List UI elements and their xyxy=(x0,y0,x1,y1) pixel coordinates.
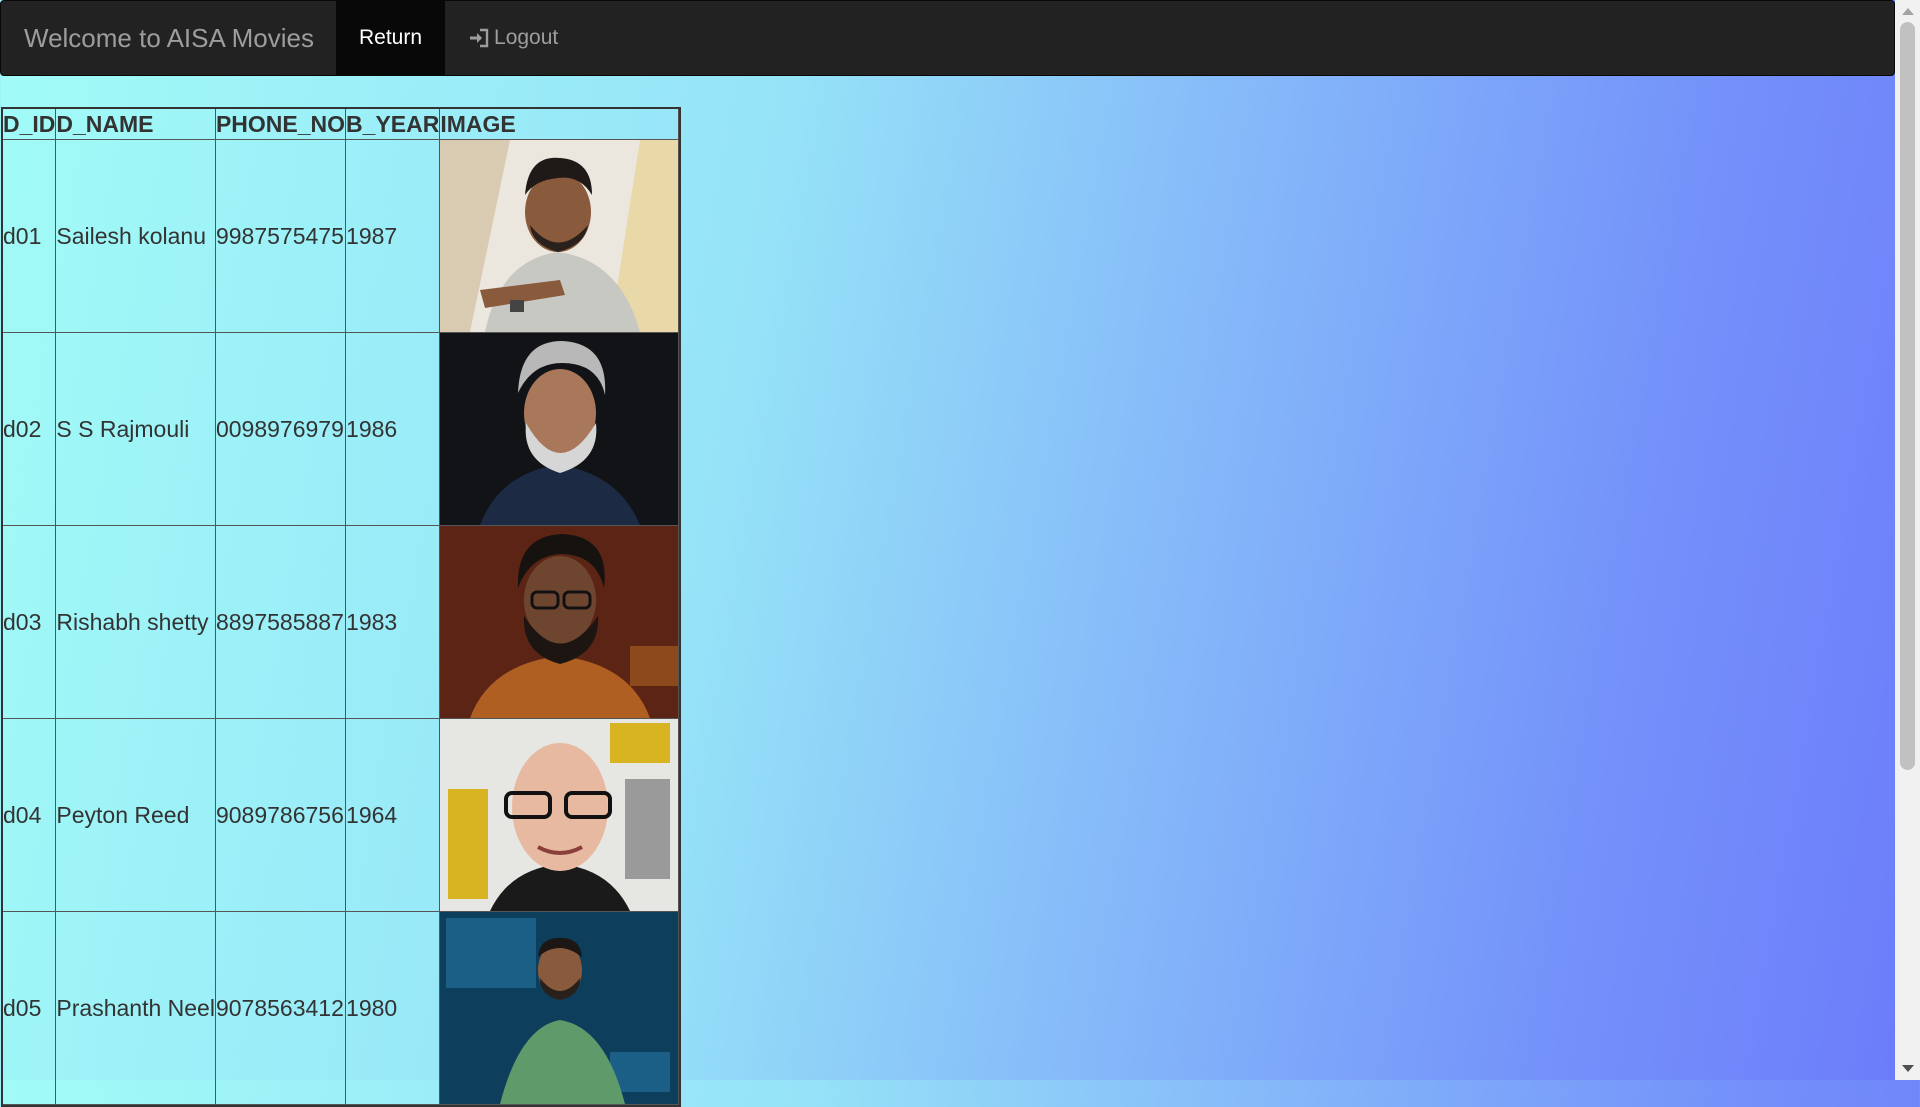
table-row: d05 Prashanth Neel 9078563412 1980 xyxy=(3,912,680,1105)
cell-image xyxy=(440,526,680,719)
cell-phone-no: 9089786756 xyxy=(215,719,347,912)
cell-d-name: Prashanth Neel xyxy=(56,912,216,1105)
column-header-d-name: D_NAME xyxy=(56,109,216,140)
cell-d-name: S S Rajmouli xyxy=(56,333,216,526)
cell-b-year: 1987 xyxy=(346,140,441,333)
log-in-icon xyxy=(468,28,490,48)
cell-image xyxy=(440,912,680,1105)
scroll-down-arrow-icon[interactable] xyxy=(1902,1065,1914,1072)
column-header-image: IMAGE xyxy=(440,109,680,140)
return-link[interactable]: Return xyxy=(335,1,446,75)
cell-phone-no: 0098976979 xyxy=(215,333,347,526)
cell-b-year: 1986 xyxy=(346,333,441,526)
cell-d-id: d03 xyxy=(3,526,57,719)
cell-phone-no: 9987575475 xyxy=(215,140,347,333)
director-photo xyxy=(440,719,679,911)
cell-b-year: 1980 xyxy=(346,912,441,1105)
cell-d-id: d01 xyxy=(3,140,57,333)
table-row: d04 Peyton Reed 9089786756 1964 xyxy=(3,719,680,912)
cell-d-id: d02 xyxy=(3,333,57,526)
cell-d-name: Peyton Reed xyxy=(56,719,216,912)
cell-image xyxy=(440,333,680,526)
table-row: d03 Rishabh shetty 8897585887 1983 xyxy=(3,526,680,719)
directors-table: D_ID D_NAME PHONE_NO B_YEAR IMAGE d01 Sa… xyxy=(1,107,682,1107)
column-header-b-year: B_YEAR xyxy=(346,109,441,140)
cell-d-name: Sailesh kolanu xyxy=(56,140,216,333)
table-row: d02 S S Rajmouli 0098976979 1986 xyxy=(3,333,680,526)
cell-b-year: 1983 xyxy=(346,526,441,719)
cell-phone-no: 8897585887 xyxy=(215,526,347,719)
column-header-phone-no: PHONE_NO xyxy=(215,109,347,140)
page-scrollbar[interactable] xyxy=(1895,0,1920,1080)
top-navbar: Welcome to AISA Movies Return Logout xyxy=(0,0,1895,76)
director-photo xyxy=(440,333,679,525)
cell-b-year: 1964 xyxy=(346,719,441,912)
director-photo xyxy=(440,912,679,1104)
column-header-d-id: D_ID xyxy=(3,109,57,140)
cell-d-id: d04 xyxy=(3,719,57,912)
cell-d-name: Rishabh shetty xyxy=(56,526,216,719)
logout-label: Logout xyxy=(494,26,559,49)
scroll-up-arrow-icon[interactable] xyxy=(1902,8,1914,15)
cell-d-id: d05 xyxy=(3,912,57,1105)
scrollbar-thumb[interactable] xyxy=(1900,22,1915,770)
cell-phone-no: 9078563412 xyxy=(215,912,347,1105)
logout-link[interactable]: Logout xyxy=(445,1,581,75)
table-header-row: D_ID D_NAME PHONE_NO B_YEAR IMAGE xyxy=(3,109,680,140)
director-photo xyxy=(440,140,679,332)
cell-image xyxy=(440,140,680,333)
cell-image xyxy=(440,719,680,912)
director-photo xyxy=(440,526,679,718)
navbar-brand[interactable]: Welcome to AISA Movies xyxy=(1,1,336,75)
table-row: d01 Sailesh kolanu 9987575475 1987 xyxy=(3,140,680,333)
